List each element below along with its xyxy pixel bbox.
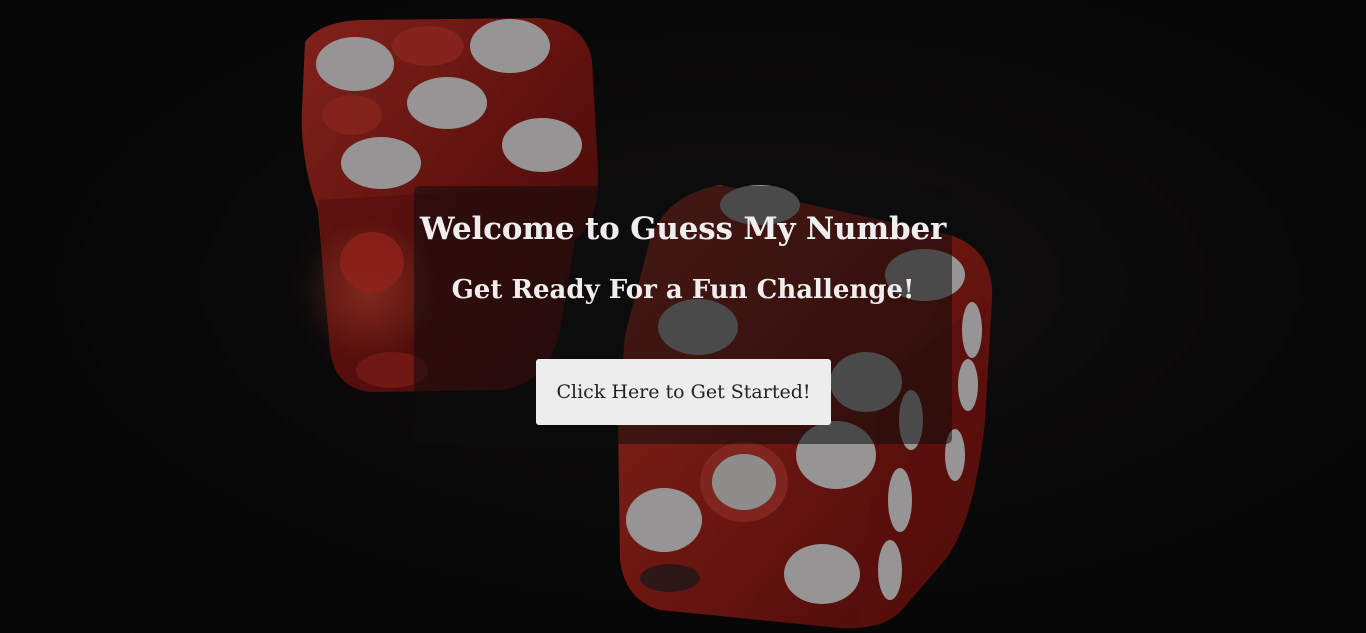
landing-page: Welcome to Guess My Number Get Ready For… xyxy=(0,0,1366,633)
page-title: Welcome to Guess My Number xyxy=(419,211,947,247)
get-started-button[interactable]: Click Here to Get Started! xyxy=(536,359,831,425)
page-subtitle: Get Ready For a Fun Challenge! xyxy=(451,275,915,305)
